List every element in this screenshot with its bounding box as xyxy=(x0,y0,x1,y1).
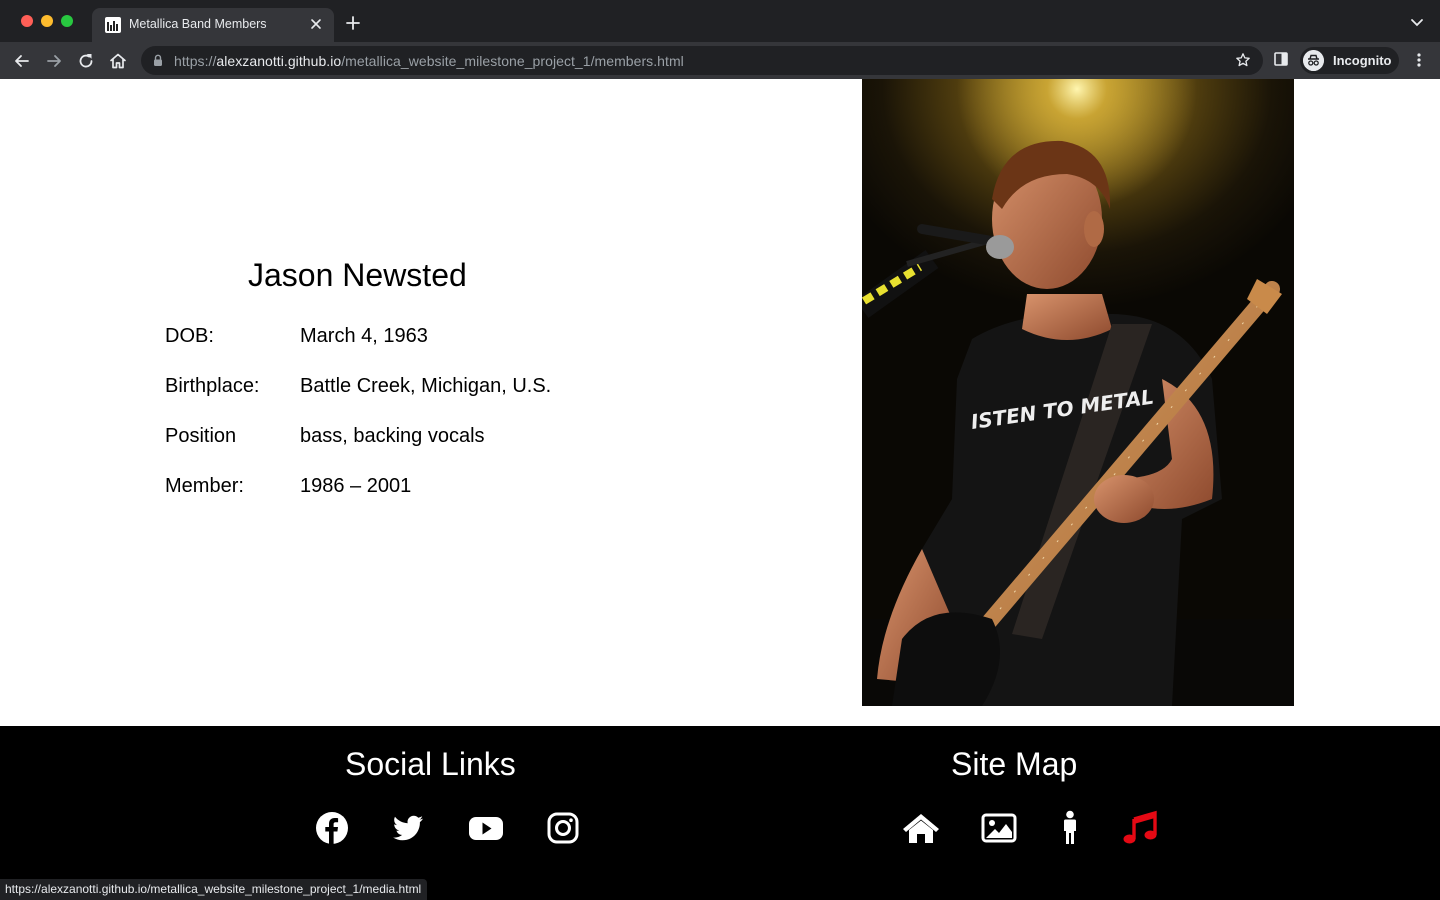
detail-label: Position xyxy=(165,425,237,447)
incognito-icon xyxy=(1303,50,1324,71)
kebab-menu-icon[interactable] xyxy=(1412,52,1426,68)
reload-icon[interactable] xyxy=(76,51,96,71)
minimize-window-button[interactable] xyxy=(41,15,53,27)
page-footer: Social Links Site Map xyxy=(0,726,1440,900)
detail-value: March 4, 1963 xyxy=(300,325,428,347)
close-window-button[interactable] xyxy=(21,15,33,27)
link-status-bar: https://alexzanotti.github.io/metallica_… xyxy=(0,879,428,900)
back-arrow-icon[interactable] xyxy=(12,51,32,71)
detail-label: Member: xyxy=(165,475,244,497)
maximize-window-button[interactable] xyxy=(61,15,73,27)
detail-label: DOB: xyxy=(165,325,214,347)
incognito-profile-button[interactable]: Incognito xyxy=(1300,47,1399,74)
forward-arrow-icon[interactable] xyxy=(44,51,64,71)
browser-tab[interactable]: Metallica Band Members xyxy=(92,8,334,42)
profile-label: Incognito xyxy=(1333,53,1392,68)
member-profile-section: Jason Newsted DOB: March 4, 1963 Birthpl… xyxy=(0,79,1440,726)
close-tab-icon[interactable] xyxy=(308,16,324,32)
url-text: https://alexzanotti.github.io/metallica_… xyxy=(174,53,684,69)
web-page: Jason Newsted DOB: March 4, 1963 Birthpl… xyxy=(0,79,1440,900)
detail-value: 1986 – 2001 xyxy=(300,475,412,497)
metallica-favicon-icon xyxy=(105,17,121,33)
facebook-icon[interactable] xyxy=(314,810,350,846)
social-links-heading: Social Links xyxy=(345,746,516,782)
bookmark-star-icon[interactable] xyxy=(1235,52,1251,68)
twitter-icon[interactable] xyxy=(390,810,426,846)
detail-value: bass, backing vocals xyxy=(300,425,485,447)
browser-toolbar: https://alexzanotti.github.io/metallica_… xyxy=(0,42,1440,79)
image-icon[interactable] xyxy=(981,810,1017,846)
site-map-heading: Site Map xyxy=(951,746,1078,782)
detail-value: Battle Creek, Michigan, U.S. xyxy=(300,375,552,397)
detail-label: Birthplace: xyxy=(165,375,260,397)
bassist-photo-illustration: ISTEN TO METAL xyxy=(862,79,1294,706)
youtube-icon[interactable] xyxy=(468,810,504,846)
home-button-icon[interactable] xyxy=(108,51,128,71)
chevron-down-icon[interactable] xyxy=(1410,16,1424,28)
tab-title: Metallica Band Members xyxy=(129,17,267,31)
address-bar[interactable]: https://alexzanotti.github.io/metallica_… xyxy=(141,46,1263,75)
lock-icon[interactable] xyxy=(153,54,163,67)
side-panel-icon[interactable] xyxy=(1274,52,1288,66)
instagram-icon[interactable] xyxy=(545,810,581,846)
browser-tab-bar: Metallica Band Members xyxy=(0,0,1440,42)
member-name: Jason Newsted xyxy=(248,257,467,293)
person-icon[interactable] xyxy=(1052,810,1088,846)
new-tab-icon[interactable] xyxy=(345,15,361,31)
music-note-icon[interactable] xyxy=(1122,810,1158,846)
home-icon[interactable] xyxy=(901,810,941,846)
member-photo: ISTEN TO METAL xyxy=(862,79,1294,706)
